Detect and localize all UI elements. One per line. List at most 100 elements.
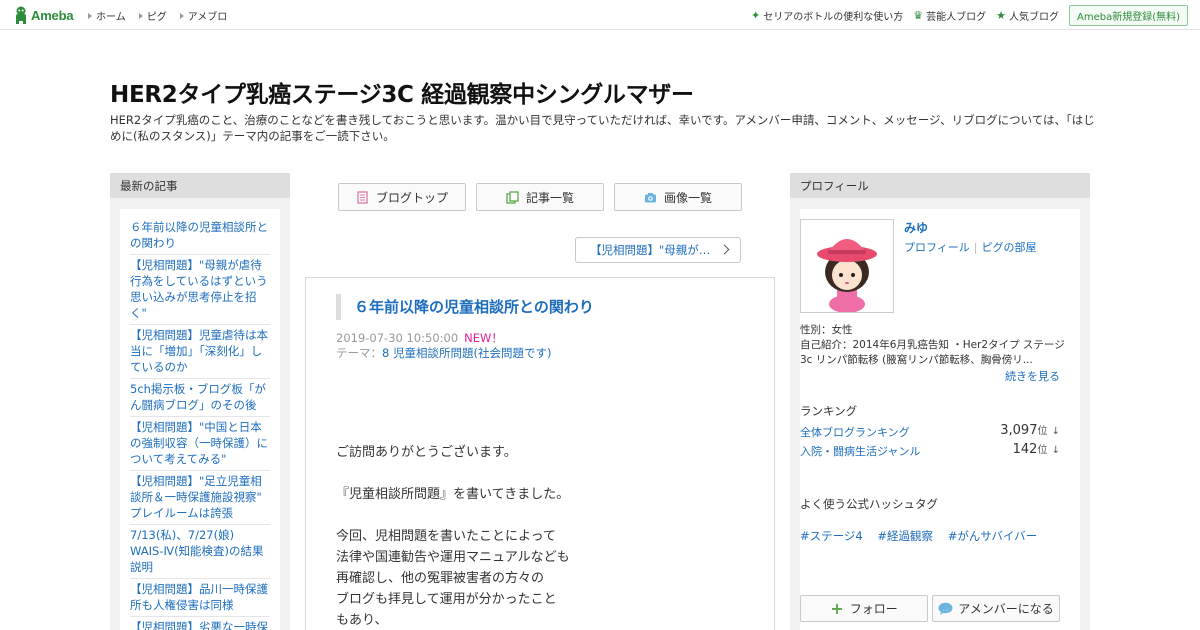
chat-bubble-icon: … (938, 602, 953, 615)
link-seria[interactable]: ✦ セリアのボトルの便利な使い方 (751, 8, 903, 23)
list-item[interactable]: 【児相問題】"足立児童相談所＆一時保護施設視察" プレイルームは誇張 (130, 471, 270, 525)
list-item[interactable]: 5ch掲示板・ブログ板「がん闘病ブログ」のその後 (130, 379, 270, 417)
separator: | (973, 241, 978, 254)
article-line: ご訪問ありがとうございます。 (336, 445, 517, 460)
amember-label: アメンバーになる (958, 602, 1054, 616)
recent-entries-panel: 最新の記事 ６年前以降の児童相談所との関わり 【児相問題】"母親が虐待行為をして… (110, 173, 290, 630)
list-item[interactable]: 【児相問題】"中国と日本の強制収容（一時保護）について考えてみる" (130, 417, 270, 471)
list-item[interactable]: 【児相問題】"母親が虐待行為をしているはずという思い込みが思考停止を招く" (130, 255, 270, 325)
article-line: 法律や国連勧告や運用マニュアルなども (336, 550, 570, 565)
article-paragraph: 今回、児相問題を書いたことによって 法律や国連勧告や運用マニュアルなども 再確認… (336, 526, 756, 630)
profile-heading: プロフィール (790, 173, 1090, 198)
amember-button[interactable]: … アメンバーになる (932, 595, 1060, 622)
article-body: ご訪問ありがとうございます。 『児童相談所問題』を書いてきました。 今回、児相問… (336, 442, 756, 630)
article-line: ブログも拝見して運用が分かったこと (336, 592, 557, 607)
list-icon (506, 190, 519, 204)
ranking-row[interactable]: 全体ブログランキング 3,097位 ↓ (800, 422, 1060, 440)
avatar[interactable] (800, 219, 894, 313)
entry-list-button[interactable]: 記事一覧 (476, 183, 604, 211)
triangle-right-icon (179, 12, 184, 19)
article-line: 再確認し、他の冤罪被害者の方々の (336, 571, 545, 586)
profile-intro: 自己紹介：2014年6月乳癌告知 ・Her2タイプ ステージ3c リンパ節転移 … (800, 339, 1065, 366)
logo-text: Ameba (31, 7, 74, 23)
article-title[interactable]: ６年前以降の児童相談所との関わり (336, 294, 594, 320)
profile-link[interactable]: プロフィール (904, 241, 970, 254)
recent-entries-heading: 最新の記事 (110, 173, 290, 198)
link-popular-blog[interactable]: ★ 人気ブログ (996, 8, 1059, 23)
prev-entry-link[interactable]: 【児相問題】"母親が… (575, 237, 741, 263)
read-more-link[interactable]: 続きを見る (1005, 368, 1060, 384)
top-right-links: ✦ セリアのボトルの便利な使い方 ♛ 芸能人ブログ ★ 人気ブログ Ameba新規登録… (751, 5, 1188, 26)
article-meta: 2019-07-30 10:50:00 NEW！ テーマ：8 児童相談所問題(社会… (336, 331, 551, 361)
link-celebrity-blog[interactable]: ♛ 芸能人ブログ (913, 8, 986, 23)
image-list-button[interactable]: 画像一覧 (614, 183, 742, 211)
hashtag-link[interactable]: #がんサバイバー (948, 529, 1037, 543)
star-icon: ★ (996, 9, 1006, 22)
arrow-down-icon: ↓ (1051, 426, 1060, 437)
arrow-down-icon: ↓ (1051, 445, 1060, 456)
profile-info: 性別：女性 自己紹介：2014年6月乳癌告知 ・Her2タイプ ステージ3c リ… (800, 323, 1068, 368)
profile-box: みゆ プロフィール | ピグの部屋 性別：女性 自己紹介：2014年6月乳癌告知 ・… (800, 209, 1080, 630)
ranking-unit: 位 (1037, 426, 1048, 437)
article-paragraph: ご訪問ありがとうございます。 (336, 442, 756, 463)
hashtag-list: #ステージ4 #経過観察 #がんサバイバー (800, 528, 1048, 544)
article-paragraph: 『児童相談所問題』を書いてきました。 (336, 484, 756, 505)
pig-room-link[interactable]: ピグの部屋 (982, 241, 1037, 254)
list-item[interactable]: 【児相問題】劣悪な一時保護所 (130, 617, 270, 630)
camera-icon (644, 192, 656, 202)
recent-entries-list: ６年前以降の児童相談所との関わり 【児相問題】"母親が虐待行為をしているはずとい… (120, 209, 280, 630)
hashtag-title: よく使う公式ハッシュタグ (800, 497, 938, 511)
ranking-value: 3,097位 ↓ (1000, 422, 1060, 438)
blog-top-label: ブログトップ (375, 190, 448, 205)
triangle-right-icon (88, 12, 92, 19)
follow-label: フォロー (849, 602, 898, 616)
ranking-label: 入院・闘病生活ジャンル (800, 445, 921, 458)
profile-name[interactable]: みゆ (904, 219, 928, 236)
sparkle-icon: ✦ (751, 9, 761, 22)
ameba-logo[interactable]: Ameba (13, 6, 74, 24)
nav-ameblo-label: アメブロ (187, 12, 228, 23)
hashtag-link[interactable]: #ステージ4 (800, 529, 863, 543)
nav-home[interactable]: ホーム (88, 8, 126, 23)
profile-sex: 性別：女性 (800, 324, 853, 336)
article: ６年前以降の児童相談所との関わり 2019-07-30 10:50:00 NEW！… (305, 277, 775, 630)
nav-ameblo[interactable]: アメブロ (179, 8, 228, 23)
chevron-right-icon (719, 244, 730, 255)
article-line: 『児童相談所問題』を書いてきました。 (336, 487, 570, 502)
theme-label: テーマ： (336, 346, 382, 360)
signup-button[interactable]: Ameba新規登録(無料) (1068, 5, 1188, 26)
nav-home-label: ホーム (96, 12, 126, 23)
ranking-unit: 位 (1037, 445, 1048, 456)
blog-description: HER2タイプ乳癌のこと、治療のことなどを書き残しておこうと思います。温かい目で… (110, 113, 1095, 143)
new-badge: NEW！ (464, 331, 503, 345)
prev-entry-label: 【児相問題】"母親が… (590, 243, 711, 257)
blog-top-button[interactable]: ブログトップ (338, 183, 466, 211)
article-theme-link[interactable]: 8 児童相談所問題(社会問題です) (382, 346, 551, 360)
link-celebrity-label: 芸能人ブログ (926, 12, 987, 23)
avatar-image (801, 220, 893, 312)
list-item[interactable]: ６年前以降の児童相談所との関わり (130, 217, 270, 255)
ranking-number: 3,097 (1000, 423, 1038, 438)
ranking-value: 142位 ↓ (1013, 441, 1060, 457)
entry-list-label: 記事一覧 (525, 190, 574, 205)
profile-panel: プロフィール みゆ プロフィール | ピグの部屋 性別：女性 自己紹介：2014… (790, 173, 1090, 630)
ranking-row[interactable]: 入院・闘病生活ジャンル 142位 ↓ (800, 441, 1060, 459)
hashtag-link[interactable]: #経過観察 (877, 529, 933, 543)
blog-title[interactable]: HER2タイプ乳癌ステージ3C 経過観察中シングルマザー (110, 75, 694, 109)
ranking-label: 全体ブログランキング (800, 426, 910, 439)
list-item[interactable]: 【児相問題】品川一時保護所も人権侵害は同様 (130, 579, 270, 617)
triangle-right-icon (138, 12, 143, 19)
ameba-logo-icon (16, 6, 26, 24)
top-nav: ホーム ピグ アメブロ (88, 8, 240, 23)
list-item[interactable]: 7/13(私)、7/27(娘) WAIS-Ⅳ(知能検査)の結果説明 (130, 525, 270, 579)
top-bar: Ameba ホーム ピグ アメブロ ✦ セリアのボトルの便利な使い方 ♛ 芸能人ブロ… (0, 0, 1200, 30)
follow-button[interactable]: + フォロー (800, 595, 928, 622)
list-item[interactable]: 【児相問題】児童虐待は本当に「増加」「深刻化」しているのか (130, 325, 270, 379)
image-list-label: 画像一覧 (663, 190, 712, 205)
article-line: もあり、 (336, 613, 388, 628)
nav-pig[interactable]: ピグ (138, 8, 167, 23)
plus-icon: + (830, 599, 844, 618)
ranking-title: ランキング (800, 404, 858, 418)
link-seria-label: セリアのボトルの便利な使い方 (763, 12, 904, 23)
article-date: 2019-07-30 10:50:00 (336, 331, 459, 345)
